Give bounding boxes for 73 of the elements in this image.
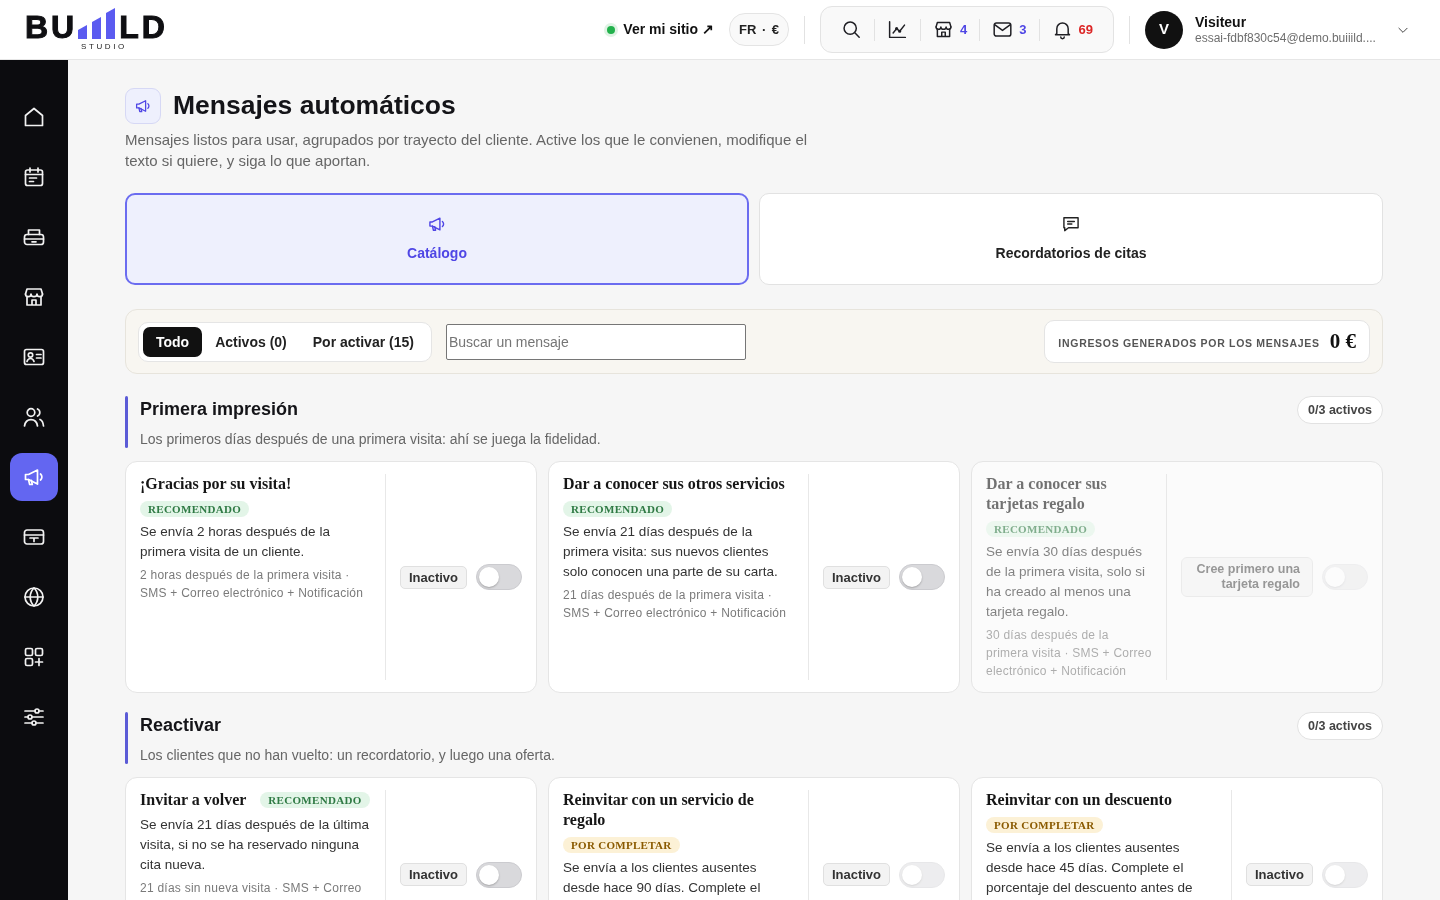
message-description: Se envía a los clientes ausentes desde hace 90 días. Complete el: [563, 859, 762, 897]
filter-tab[interactable]: Activos (0): [202, 326, 300, 357]
logo-text: BU: [25, 14, 78, 40]
user-email: essai-fdbf830c54@demo.buiiild....: [1195, 30, 1376, 46]
globe-icon: [22, 585, 46, 609]
active-count: 0/3 activos: [1297, 712, 1383, 740]
message-tag: RECOMENDADO: [563, 501, 673, 517]
sidebar-item[interactable]: [10, 453, 58, 501]
apps-icon: [22, 645, 46, 669]
line-chart-icon: [887, 19, 909, 40]
message-tag: RECOMENDADO: [986, 521, 1096, 537]
search-icon: [841, 19, 863, 40]
section-subtitle: Los primeros días después de una primera visita: ahí se juega la fidelidad.: [140, 430, 601, 448]
status-label: Inactivo: [822, 565, 890, 589]
toggle-switch[interactable]: [476, 564, 522, 590]
message-description: Se envía 30 días después de la primera visita, solo si ha creado al menos una tarjeta regalo.: [986, 543, 1147, 621]
page-description: Mensajes listos para usar, agrupados por trayecto del cliente. Active los que le convienen, modifique el texto si quiere, y siga lo que aportan.: [125, 130, 809, 171]
message-title: ¡Gracias por su visita!: [140, 474, 292, 494]
storefront-icon: [933, 19, 955, 40]
message-schedule: 2 horas después de la primera visita · SMS + Correo electrónico + Notificación: [140, 567, 365, 602]
calendar-icon: [22, 165, 46, 189]
message-title: Reinvitar con un servicio de regalo: [563, 790, 755, 830]
storefront-icon: [22, 285, 46, 309]
users-icon: [22, 405, 46, 429]
revenue-value: 0 €: [1329, 327, 1356, 355]
toolbar-button[interactable]: 4: [925, 15, 976, 44]
message-title: Dar a conocer sus otros servicios: [563, 474, 785, 494]
status-label: Inactivo: [399, 863, 467, 886]
filter-tab[interactable]: Todo: [143, 326, 203, 357]
locale-button[interactable]: FR · €: [728, 12, 790, 47]
revenue-label: INGRESOS GENERADOS POR LOS MENSAJES: [1058, 336, 1320, 352]
user-name: Visiteur: [1195, 13, 1248, 31]
page-title: Mensajes automáticos: [173, 90, 456, 122]
message-title: Dar a conocer sus tarjetas regalo: [986, 474, 1108, 514]
chat-bubble-icon: [1061, 214, 1081, 234]
message-schedule: 30 días después de la primera visita · SMS + Correo electrónico + Notificación: [986, 627, 1153, 680]
status-label: Inactivo: [822, 863, 890, 886]
category-tab[interactable]: Recordatorios de citas: [759, 193, 1383, 285]
status-label: Inactivo: [1245, 863, 1313, 886]
message-tag: RECOMENDADO: [140, 501, 250, 517]
filter-tab[interactable]: Por activar (15): [299, 326, 427, 357]
message-tag: POR COMPLETAR: [563, 837, 680, 853]
message-title: Reinvitar con un descuento: [986, 790, 1172, 810]
house-icon: [22, 105, 46, 129]
toolbar-button[interactable]: 3: [984, 15, 1035, 44]
notice-label: Cree primero una tarjeta regalo: [1181, 557, 1313, 597]
message-description: Se envía 21 días después de la primera visita: sus nuevos clientes solo conocen una parte de su carta.: [563, 523, 779, 581]
message-description: Se envía 21 días después de la última visita, si no se ha reservado ninguna cita nueva.: [140, 816, 370, 874]
sliders-icon: [22, 705, 46, 729]
user-avatar: V: [1145, 10, 1183, 49]
message-description: Se envía 2 horas después de la primera visita de un cliente.: [140, 523, 331, 561]
megaphone-icon: [125, 88, 161, 124]
section-title: Reactivar: [140, 714, 223, 737]
section-title: Primera impresión: [140, 398, 300, 421]
view-site-link[interactable]: Ver mi sitio ↗: [607, 19, 714, 40]
status-label: Inactivo: [399, 565, 467, 589]
message-description: Se envía a los clientes ausentes desde hace 45 días. Complete el porcentaje del descuento antes de: [986, 839, 1194, 897]
message-schedule: 21 días después de la primera visita · SMS + Correo electrónico + Notificación: [563, 587, 788, 622]
toggle-switch[interactable]: [476, 861, 522, 888]
logo-text: LD: [119, 14, 168, 40]
active-count: 0/3 activos: [1297, 396, 1383, 424]
message-schedule: 21 días sin nueva visita · SMS + Correo: [140, 880, 363, 897]
envelope-icon: [992, 19, 1014, 40]
message-title: Invitar a volver: [140, 790, 247, 810]
toolbar-button[interactable]: 69: [1043, 15, 1101, 44]
message-tag: RECOMENDADO: [260, 792, 370, 808]
section-subtitle: Los clientes que no han vuelto: un recordatorio, y luego una oferta.: [140, 746, 555, 764]
logo-tagline: STUDIO: [80, 43, 128, 51]
logo-bars-icon: [78, 8, 116, 39]
category-tab[interactable]: Catálogo: [125, 193, 749, 285]
message-tag: POR COMPLETAR: [986, 817, 1103, 833]
search-field[interactable]: Buscar un mensaje: [445, 323, 746, 360]
toggle-switch[interactable]: [899, 564, 945, 590]
